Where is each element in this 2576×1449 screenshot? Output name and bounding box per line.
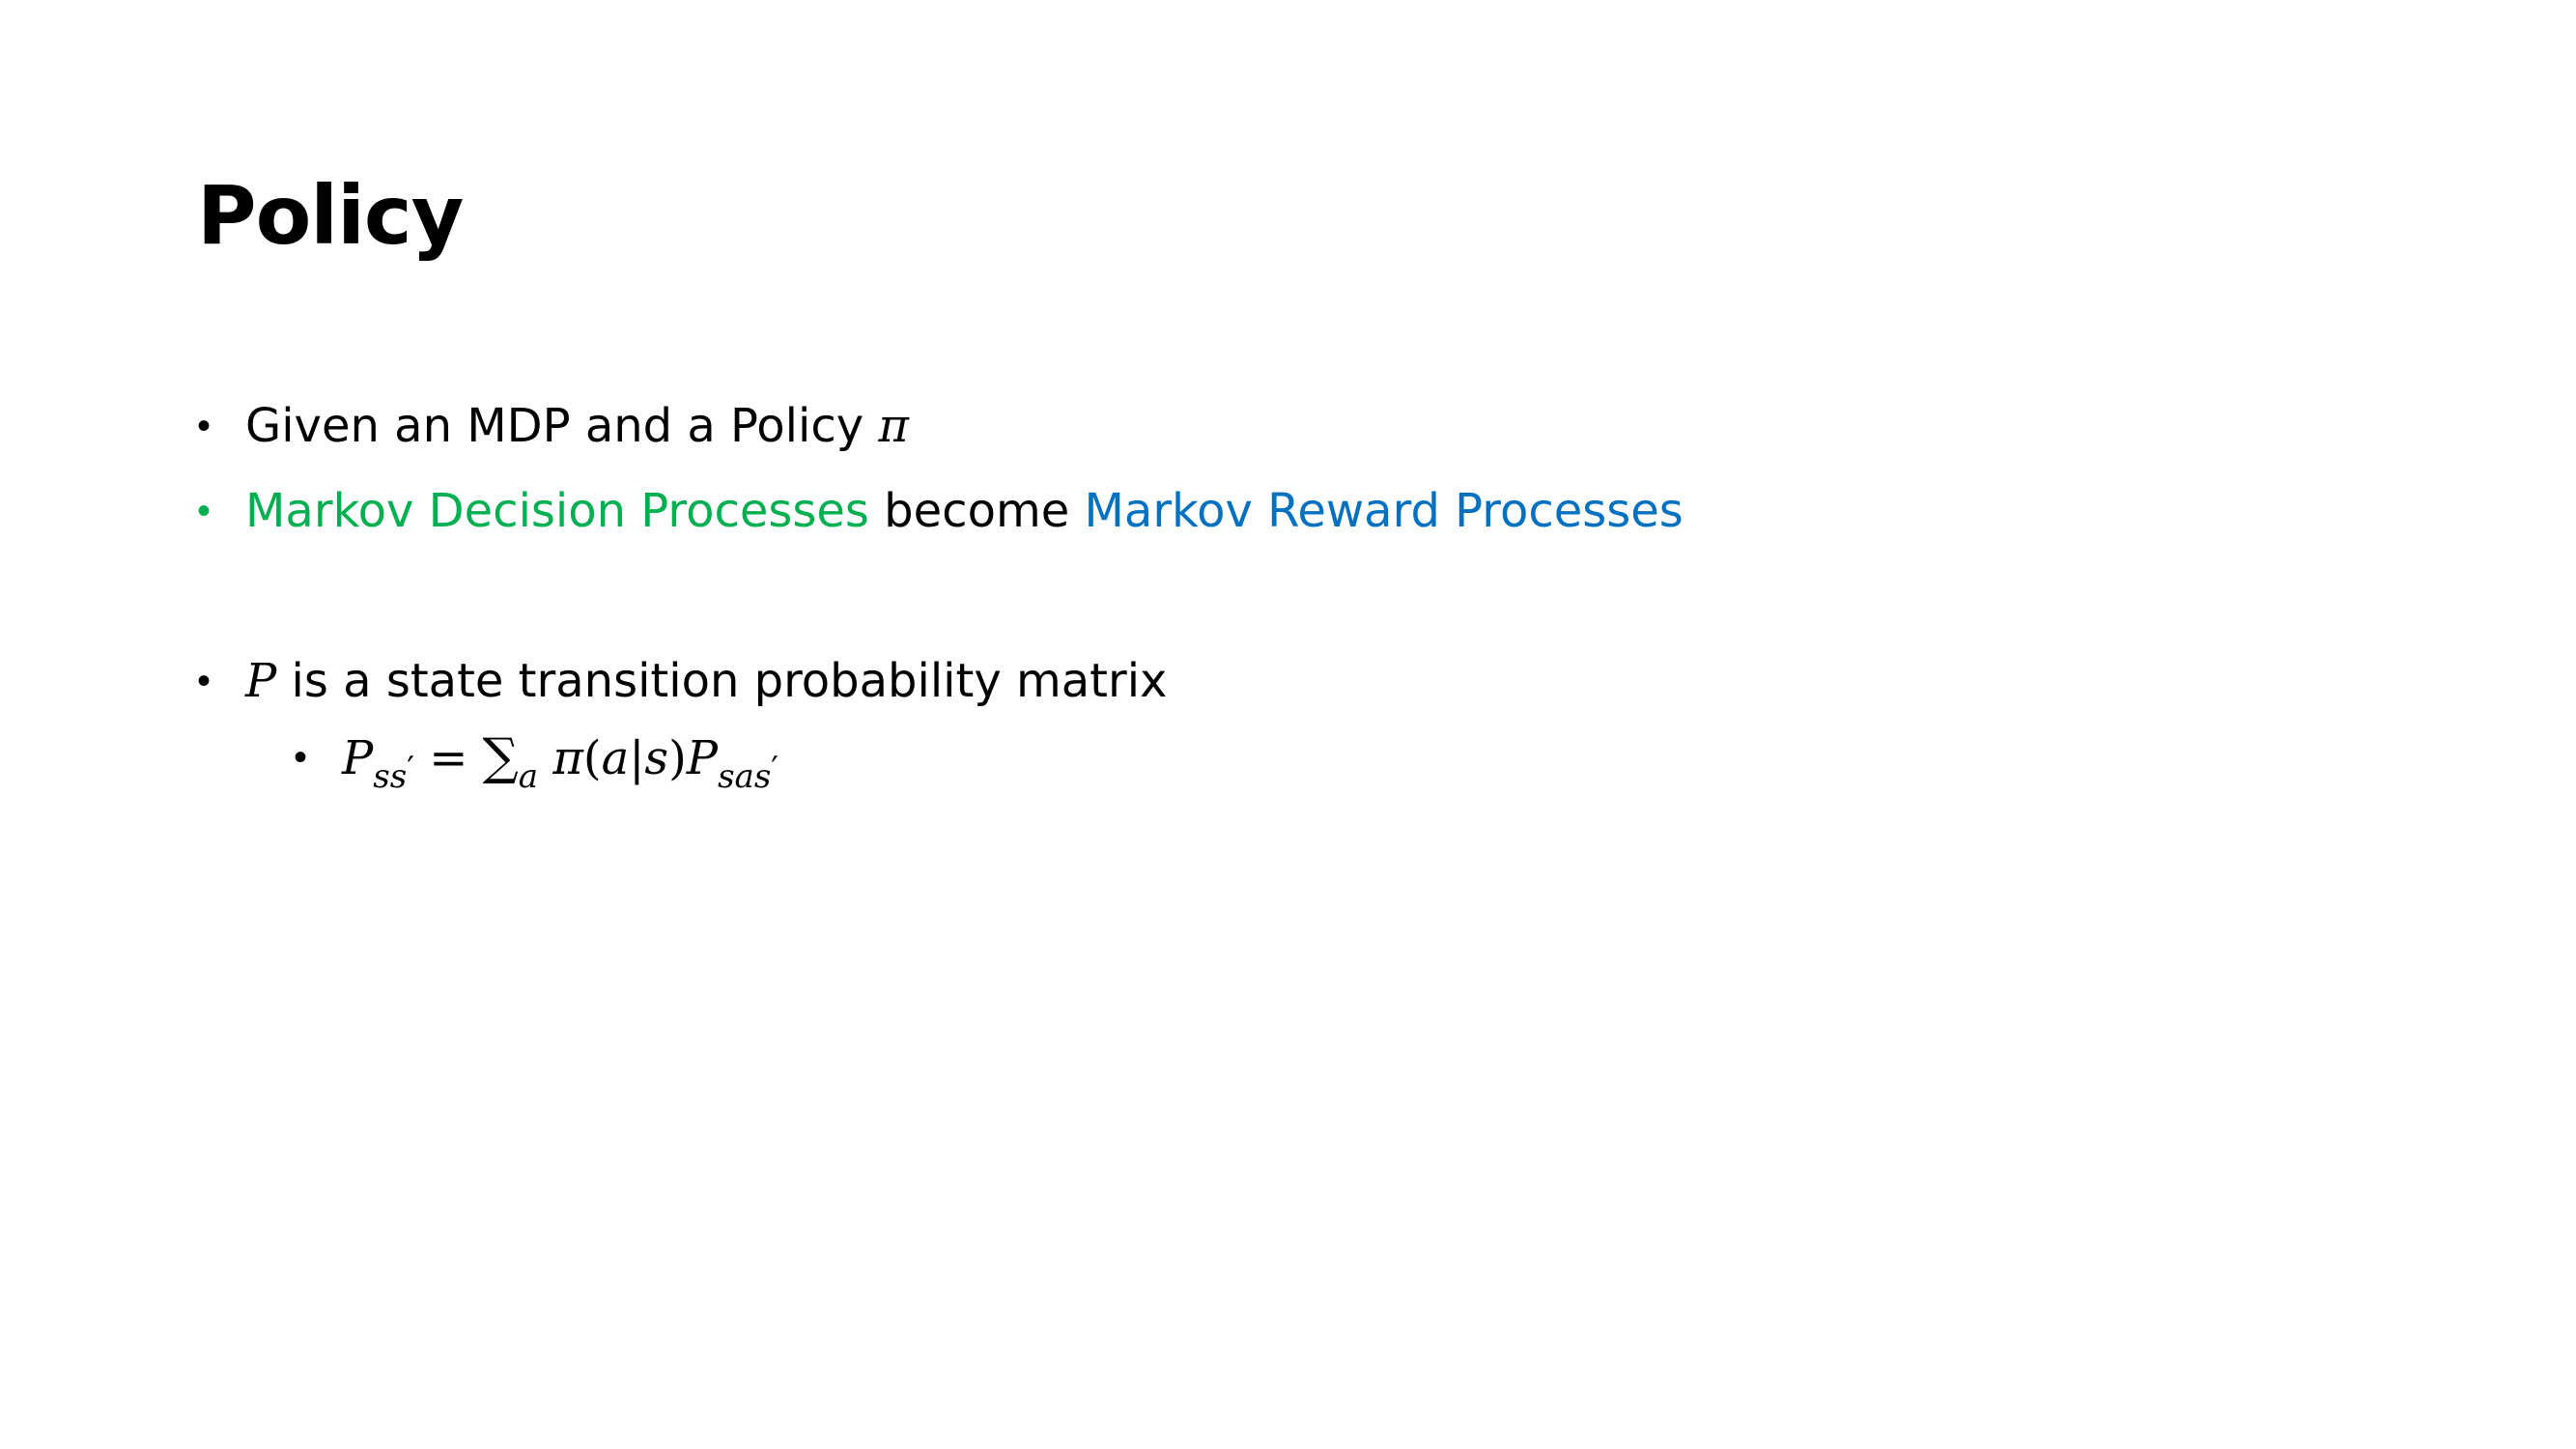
- formula-lhs-sub: ss: [373, 757, 408, 796]
- formula-arg-s: s: [644, 731, 669, 785]
- slide-title: Policy: [197, 168, 464, 263]
- formula-arg-a: a: [601, 731, 630, 785]
- formula-rhs-var: P: [686, 731, 719, 785]
- bullet-marker: •: [197, 405, 212, 447]
- bullet-state-transition: P is a state transition probability matr…: [245, 650, 1167, 712]
- p-symbol: P: [245, 654, 277, 708]
- slide: Policy • Given an MDP and a Policy π • M…: [0, 0, 2576, 1449]
- bullet-mdp-become-mrp: Markov Decision Processes become Markov …: [245, 480, 1684, 542]
- formula-lhs-prime: ′: [407, 750, 414, 788]
- bullet-text: is a state transition probability matrix: [276, 654, 1168, 708]
- sub-bullet-marker: •: [294, 736, 308, 779]
- pi-symbol: π: [878, 399, 909, 453]
- formula-paren-close: ): [668, 731, 687, 785]
- bullet-marker: •: [197, 660, 212, 702]
- formula-sum: ∑: [482, 728, 519, 786]
- formula-rhs-sub: sas: [718, 757, 772, 796]
- become-text: become: [868, 484, 1085, 538]
- formula-equals: =: [413, 731, 483, 785]
- formula-rhs-prime: ′: [771, 750, 778, 788]
- formula-sum-sub: a: [518, 757, 539, 796]
- transition-formula: Pss′ = ∑a π(a|s)Psas′: [342, 726, 778, 796]
- formula-lhs-var: P: [342, 731, 374, 785]
- bullet-text: Given an MDP and a Policy: [245, 399, 879, 453]
- formula-paren-open: (: [582, 731, 602, 785]
- bullet-marker-green: •: [197, 490, 212, 532]
- markov-reward-processes-text: Markov Reward Processes: [1084, 484, 1684, 538]
- markov-decision-processes-text: Markov Decision Processes: [245, 484, 869, 538]
- formula-bar: |: [629, 731, 645, 785]
- formula-policy: π: [538, 731, 583, 785]
- bullet-given-mdp: Given an MDP and a Policy π: [245, 395, 909, 457]
